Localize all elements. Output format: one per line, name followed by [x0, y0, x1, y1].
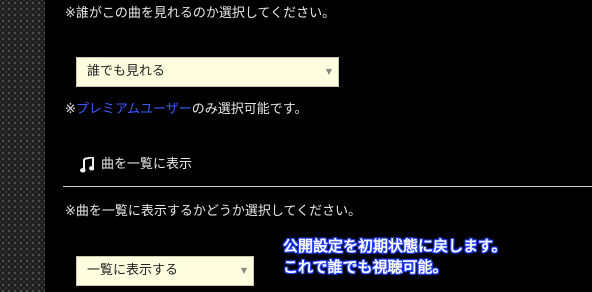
chevron-down-icon: ▼ — [240, 266, 247, 275]
listing-select-value: 一覧に表示する — [87, 263, 179, 278]
visibility-note: ※プレミアムユーザーのみ選択可能です。 — [65, 102, 307, 118]
visibility-note-suffix: のみ選択可能です。 — [191, 102, 308, 117]
listing-select[interactable]: 一覧に表示する ▼ — [76, 256, 254, 286]
visibility-select[interactable]: 誰でも見れる ▼ — [76, 57, 339, 87]
section-divider — [63, 186, 592, 187]
annotation-line-2: これで誰でも視聴可能。 — [283, 258, 448, 276]
music-note-icon — [80, 157, 94, 173]
premium-user-link[interactable]: プレミアムユーザー — [76, 102, 192, 117]
listing-instruction: ※曲を一覧に表示するかどうか選択してください。 — [65, 204, 362, 219]
visibility-select-value: 誰でも見れる — [87, 64, 166, 79]
decorative-side-pattern — [0, 0, 45, 292]
annotation-line-1: 公開設定を初期状態に戻します。 — [283, 237, 507, 255]
visibility-instruction: ※誰がこの曲を見れるのか選択してください。 — [65, 6, 336, 21]
annotation-callout: 公開設定を初期状態に戻します。 これで誰でも視聴可能。 — [283, 236, 507, 278]
visibility-note-prefix: ※ — [65, 102, 76, 117]
chevron-down-icon: ▼ — [325, 67, 332, 76]
listing-heading: 曲を一覧に表示 — [101, 157, 193, 172]
